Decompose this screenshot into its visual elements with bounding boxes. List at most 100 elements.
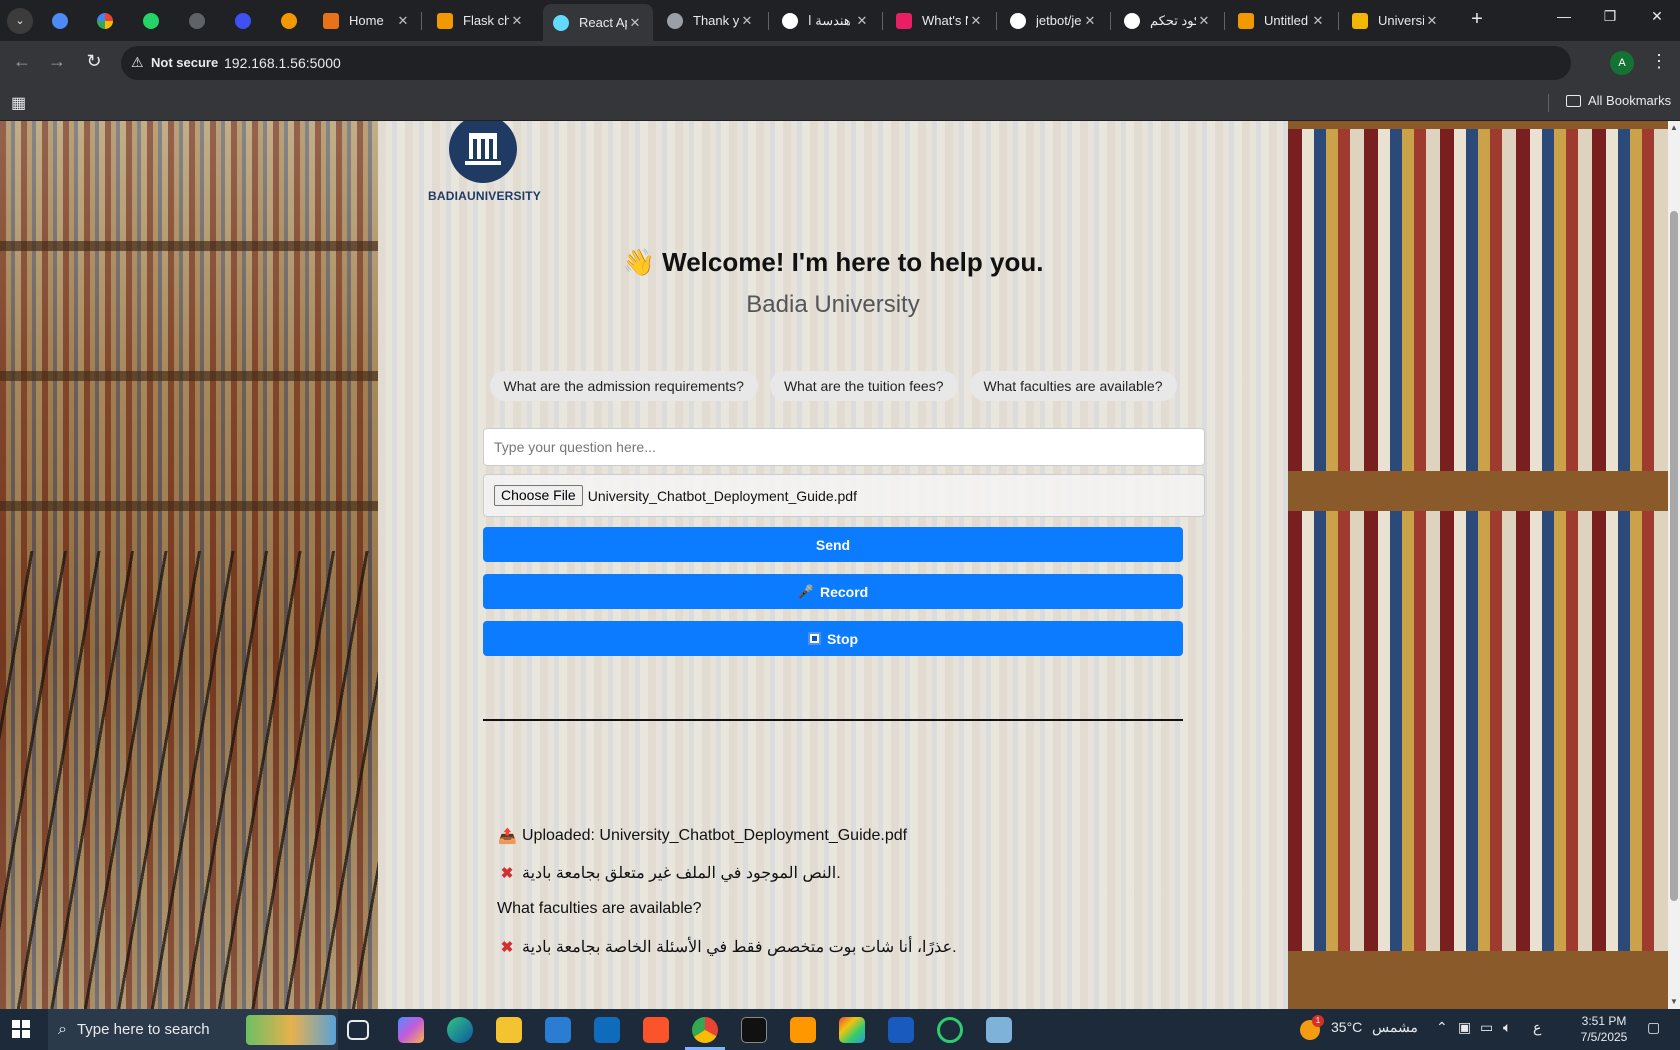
close-tab-icon[interactable]: ✕ bbox=[395, 13, 411, 29]
tab-0[interactable]: Home ✕ bbox=[313, 6, 421, 35]
page-scrollbar[interactable]: ▲ ▼ bbox=[1668, 121, 1680, 1009]
more-menu-icon[interactable]: ⋮ bbox=[1650, 51, 1668, 72]
scroll-down-arrow-icon[interactable]: ▼ bbox=[1670, 997, 1678, 1006]
tab-8[interactable]: Untitled ✕ bbox=[1228, 6, 1336, 35]
tab-1[interactable]: Flask ch ✕ bbox=[427, 6, 535, 35]
webcam-icon[interactable]: ▣ bbox=[1458, 1019, 1471, 1036]
close-tab-icon[interactable]: ✕ bbox=[968, 13, 984, 29]
copilot-icon[interactable] bbox=[398, 1017, 424, 1043]
input-language[interactable]: ع bbox=[1533, 1019, 1541, 1036]
restore-button[interactable]: ❐ bbox=[1587, 8, 1633, 25]
pinned-tab-6[interactable] bbox=[276, 8, 302, 34]
bookmarks-bar: ▦ All Bookmarks bbox=[0, 85, 1680, 121]
message-text: What faculties are available? bbox=[497, 900, 702, 917]
question-input[interactable] bbox=[483, 428, 1205, 466]
pinned-tab-1[interactable] bbox=[47, 8, 73, 34]
record-button[interactable]: 🎤 Record bbox=[483, 574, 1183, 609]
suggestion-tuition[interactable]: What are the tuition fees? bbox=[769, 371, 958, 401]
close-tab-icon[interactable]: ✕ bbox=[1310, 13, 1326, 29]
tab-title: Universi bbox=[1378, 13, 1424, 28]
scroll-up-arrow-icon[interactable]: ▲ bbox=[1670, 123, 1678, 132]
close-tab-icon[interactable]: ✕ bbox=[1082, 13, 1098, 29]
close-tab-icon[interactable]: ✕ bbox=[854, 13, 870, 29]
git-tool-icon[interactable] bbox=[839, 1017, 865, 1043]
address-bar[interactable]: ⚠ Not secure 192.168.1.56:5000 ☆ bbox=[121, 46, 1571, 80]
back-arrow-icon[interactable]: ← bbox=[9, 51, 35, 72]
pinned-tab-4[interactable] bbox=[184, 8, 210, 34]
network-icon[interactable]: ▭ bbox=[1480, 1019, 1493, 1036]
outlook-icon[interactable] bbox=[594, 1017, 620, 1043]
tab-3[interactable]: Thank yo ✕ bbox=[657, 6, 765, 35]
send-button[interactable]: Send bbox=[483, 527, 1183, 562]
taskbar-search-box[interactable]: ⌕ Type here to search bbox=[48, 1009, 338, 1050]
tab-5[interactable]: What's N ✕ bbox=[886, 6, 994, 35]
choose-file-button[interactable]: Choose File bbox=[494, 485, 583, 506]
close-tab-icon[interactable]: ✕ bbox=[1196, 13, 1212, 29]
pinned-tab-2[interactable] bbox=[92, 8, 118, 34]
tab-title: Flask ch bbox=[463, 13, 509, 28]
task-view-icon[interactable] bbox=[347, 1020, 369, 1040]
all-bookmarks-button[interactable]: All Bookmarks bbox=[1566, 93, 1671, 108]
speaker-icon[interactable]: 🔈︎ bbox=[1503, 1019, 1511, 1036]
tab-7[interactable]: كود تحكم ✕ bbox=[1114, 6, 1222, 35]
new-tab-button[interactable]: + bbox=[1464, 8, 1490, 31]
minimize-button[interactable]: — bbox=[1541, 8, 1587, 24]
stop-square-icon bbox=[807, 632, 821, 645]
notepad-icon[interactable] bbox=[986, 1017, 1012, 1043]
file-explorer-icon[interactable] bbox=[496, 1017, 522, 1043]
windows-start-icon[interactable] bbox=[12, 1020, 30, 1038]
clock-time: 3:51 PM bbox=[1581, 1014, 1627, 1028]
close-window-button[interactable]: ✕ bbox=[1634, 8, 1680, 25]
profile-avatar[interactable]: A bbox=[1610, 51, 1634, 75]
taskbar-clock[interactable]: 3:51 PM 7/5/2025 bbox=[1574, 1013, 1634, 1045]
close-tab-icon[interactable]: ✕ bbox=[1424, 13, 1440, 29]
weather-temperature[interactable]: 35°C bbox=[1331, 1019, 1362, 1035]
send-label: Send bbox=[815, 536, 851, 553]
sublime-text-icon[interactable] bbox=[790, 1017, 816, 1043]
chat-message-error-file: ✖ النص الموجود في الملف غير متعلق بجامعة… bbox=[498, 863, 841, 883]
stack-icon bbox=[1352, 12, 1368, 29]
apps-grid-icon[interactable]: ▦ bbox=[11, 93, 26, 113]
reload-icon[interactable]: ↻ bbox=[81, 51, 107, 72]
welcome-heading: 👋 Welcome! I'm here to help you. bbox=[378, 247, 1288, 278]
tab-favicon-icon bbox=[437, 12, 453, 29]
tab-strip: ⌄ Home ✕ Flask ch ✕ React Ap ✕ Thank yo … bbox=[0, 0, 1680, 41]
tab-title: React Ap bbox=[579, 15, 627, 30]
tab-6[interactable]: jetbot/je ✕ bbox=[1000, 6, 1108, 35]
forward-arrow-icon[interactable]: → bbox=[44, 51, 70, 72]
pinned-tab-5[interactable] bbox=[230, 8, 256, 34]
suggestion-admission[interactable]: What are the admission requirements? bbox=[489, 371, 758, 401]
brave-icon[interactable] bbox=[643, 1017, 669, 1043]
stop-button[interactable]: Stop bbox=[483, 621, 1183, 656]
edge-icon[interactable] bbox=[447, 1017, 473, 1043]
tab-search-menu-button[interactable]: ⌄ bbox=[7, 8, 33, 34]
chrome-icon[interactable] bbox=[692, 1017, 718, 1043]
close-tab-icon[interactable]: ✕ bbox=[739, 13, 755, 29]
selected-file-name: University_Chatbot_Deployment_Guide.pdf bbox=[587, 487, 857, 504]
close-tab-icon[interactable]: ✕ bbox=[627, 15, 643, 31]
tab-2-active[interactable]: React Ap ✕ bbox=[543, 4, 653, 41]
chat-message-user-question: What faculties are available? bbox=[497, 900, 702, 918]
show-hidden-icons-chevron-icon[interactable]: ⌃ bbox=[1436, 1019, 1448, 1036]
warning-triangle-icon[interactable]: ⚠ bbox=[131, 54, 144, 71]
scrollbar-thumb[interactable] bbox=[1670, 211, 1678, 901]
notifications-icon[interactable]: ▢ bbox=[1647, 1019, 1660, 1036]
url-text[interactable]: 192.168.1.56:5000 bbox=[224, 55, 341, 71]
loading-app-icon[interactable] bbox=[937, 1017, 963, 1043]
waving-hand-icon: 👋 bbox=[622, 247, 655, 277]
terminal-icon[interactable] bbox=[741, 1017, 767, 1043]
folder-icon bbox=[1566, 94, 1581, 107]
suggestion-faculties[interactable]: What faculties are available? bbox=[969, 371, 1177, 401]
file-upload-field[interactable]: Choose File University_Chatbot_Deploymen… bbox=[483, 474, 1205, 517]
pinned-tab-3[interactable] bbox=[138, 8, 164, 34]
word-icon[interactable] bbox=[888, 1017, 914, 1043]
clock-date: 7/5/2025 bbox=[1580, 1030, 1628, 1044]
weather-description[interactable]: مشمس bbox=[1372, 1019, 1418, 1036]
close-tab-icon[interactable]: ✕ bbox=[509, 13, 525, 29]
search-icon: ⌕ bbox=[58, 1020, 67, 1038]
tab-4[interactable]: هندسة ا ✕ bbox=[772, 6, 880, 35]
microsoft-store-icon[interactable] bbox=[545, 1017, 571, 1043]
chat-message-uploaded: 📤 Uploaded: University_Chatbot_Deploymen… bbox=[498, 827, 907, 845]
security-label[interactable]: Not secure bbox=[151, 55, 218, 70]
tab-9[interactable]: Universi ✕ bbox=[1342, 6, 1450, 35]
